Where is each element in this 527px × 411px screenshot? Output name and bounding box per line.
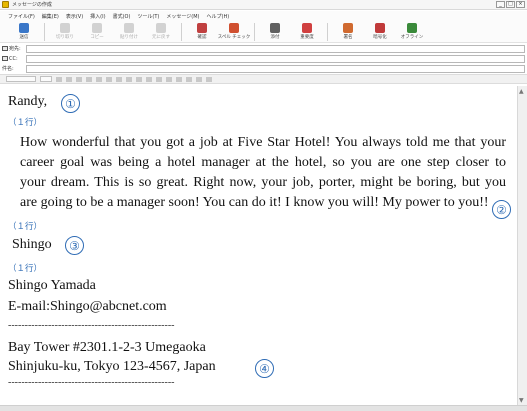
sign-button[interactable]: 署名 <box>334 21 362 40</box>
toolbar-separator <box>254 23 255 41</box>
undo-icon <box>156 23 166 33</box>
email-line: E-mail:Shingo@abcnet.com <box>8 299 167 314</box>
paragraph-line: How wonderful that you got a job at Five… <box>20 135 506 150</box>
menu-message[interactable]: メッセージ(M) <box>166 13 199 20</box>
full-name: Shingo Yamada <box>8 278 96 293</box>
signature-separator: ----------------------------------------… <box>8 320 175 331</box>
numbering-icon[interactable] <box>106 76 112 82</box>
paragraph-style-icon[interactable] <box>56 76 62 82</box>
minimize-button[interactable]: _ <box>496 1 505 8</box>
close-button[interactable]: × <box>516 1 525 8</box>
marker-4: ④ <box>255 359 274 378</box>
insert-picture-icon[interactable] <box>206 76 212 82</box>
encrypt-button[interactable]: 暗号化 <box>366 21 394 40</box>
toolbar-separator <box>181 23 182 41</box>
menu-insert[interactable]: 挿入(I) <box>90 13 105 20</box>
align-left-icon[interactable] <box>146 76 152 82</box>
italic-icon[interactable] <box>76 76 82 82</box>
to-label[interactable]: 宛先: <box>2 45 26 52</box>
address-book-icon <box>2 56 8 61</box>
window-title: メッセージの作成 <box>12 2 52 8</box>
menu-edit[interactable]: 編集(E) <box>42 13 59 20</box>
window-controls: _ □ × <box>496 1 525 8</box>
priority-button[interactable]: 重要度 <box>293 21 321 40</box>
maximize-button[interactable]: □ <box>506 1 515 8</box>
title-bar: メッセージの作成 _ □ × <box>0 0 527 10</box>
marker-3: ③ <box>65 236 84 255</box>
font-select[interactable] <box>6 76 36 82</box>
cut-button[interactable]: 切り取り <box>51 21 79 40</box>
encrypt-icon <box>375 23 385 33</box>
toolbar-separator <box>44 23 45 41</box>
signature-separator: ----------------------------------------… <box>8 377 175 388</box>
cut-icon <box>60 23 70 33</box>
sign-name: Shingo <box>12 237 52 252</box>
scroll-down-arrow-icon[interactable]: ▼ <box>519 397 524 404</box>
decrease-indent-icon[interactable] <box>126 76 132 82</box>
hyperlink-icon[interactable] <box>196 76 202 82</box>
sign-icon <box>343 23 353 33</box>
vertical-scrollbar[interactable] <box>517 86 527 405</box>
toolbar: 送信 切り取り コピー 貼り付け 元に戻す 確認 スペル チェック 添付 重要度… <box>0 21 527 43</box>
line-break-note: （１行） <box>8 264 43 274</box>
marker-1: ① <box>61 94 80 113</box>
spell-check-icon <box>229 23 239 33</box>
marker-2: ② <box>492 200 511 219</box>
paragraph-line: are going to be a manager soon! You can … <box>20 195 489 210</box>
increase-indent-icon[interactable] <box>136 76 142 82</box>
address-book-icon <box>2 46 8 51</box>
justify-icon[interactable] <box>176 76 182 82</box>
paragraph-line: career goal was being a hotel manager at… <box>20 155 506 170</box>
bullets-icon[interactable] <box>116 76 122 82</box>
copy-button[interactable]: コピー <box>83 21 111 40</box>
address-line-2: Shinjuku-ku, Tokyo 123-4567, Japan <box>8 359 216 374</box>
cc-field[interactable] <box>26 54 525 63</box>
cc-row: CC: <box>2 54 525 63</box>
menu-file[interactable]: ファイル(F) <box>8 13 35 20</box>
address-line-1: Bay Tower #2301.1-2-3 Umegaoka <box>8 340 206 355</box>
underline-icon[interactable] <box>86 76 92 82</box>
menu-bar: ファイル(F) 編集(E) 表示(V) 挿入(I) 書式(O) ツール(T) メ… <box>0 11 527 21</box>
to-row: 宛先: <box>2 44 525 53</box>
scroll-up-arrow-icon[interactable]: ▲ <box>519 88 524 95</box>
offline-button[interactable]: オフライン <box>398 21 426 40</box>
copy-icon <box>92 23 102 33</box>
paste-button[interactable]: 貼り付け <box>115 21 143 40</box>
send-button[interactable]: 送信 <box>10 21 38 40</box>
send-icon <box>19 23 29 33</box>
paste-icon <box>124 23 134 33</box>
horizontal-line-icon[interactable] <box>186 76 192 82</box>
attach-icon <box>270 23 280 33</box>
spell-check-button[interactable]: スペル チェック <box>218 21 250 40</box>
cc-label[interactable]: CC: <box>2 56 26 62</box>
status-bar <box>0 405 527 411</box>
align-right-icon[interactable] <box>166 76 172 82</box>
subject-row: 件名: <box>2 64 525 73</box>
check-names-icon <box>197 23 207 33</box>
greeting: Randy, <box>8 94 48 109</box>
subject-field[interactable] <box>26 64 525 73</box>
menu-help[interactable]: ヘルプ(H) <box>207 13 230 20</box>
formatting-toolbar <box>0 74 527 84</box>
message-paragraph: How wonderful that you got a job at Five… <box>20 133 506 213</box>
menu-view[interactable]: 表示(V) <box>66 13 83 20</box>
mail-app-icon <box>2 1 9 8</box>
to-field[interactable] <box>26 44 525 53</box>
font-size-select[interactable] <box>40 76 52 82</box>
align-center-icon[interactable] <box>156 76 162 82</box>
offline-icon <box>407 23 417 33</box>
subject-label: 件名: <box>2 66 14 72</box>
line-break-note: （１行） <box>8 222 43 232</box>
font-color-icon[interactable] <box>96 76 102 82</box>
bold-icon[interactable] <box>66 76 72 82</box>
paragraph-line: your dream. This is so great. Right now,… <box>20 175 506 190</box>
line-break-note: （１行） <box>8 118 43 128</box>
check-names-button[interactable]: 確認 <box>188 21 216 40</box>
menu-tools[interactable]: ツール(T) <box>137 13 159 20</box>
priority-icon <box>302 23 312 33</box>
toolbar-separator <box>327 23 328 41</box>
undo-button[interactable]: 元に戻す <box>147 21 175 40</box>
attach-button[interactable]: 添付 <box>261 21 289 40</box>
menu-format[interactable]: 書式(O) <box>113 13 131 20</box>
